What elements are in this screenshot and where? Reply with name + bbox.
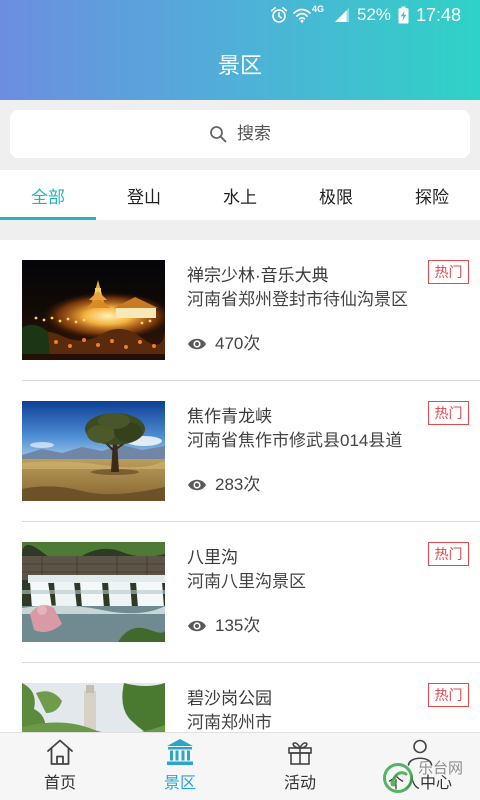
battery-percent: 52% (357, 5, 392, 24)
gift-icon (285, 737, 315, 767)
search-input[interactable]: 搜索 (10, 110, 470, 158)
spot-views: 135次 (187, 614, 260, 638)
tab-explore[interactable]: 探险 (384, 170, 480, 220)
nav-activity[interactable]: 活动 (240, 733, 360, 800)
nav-label: 个人中心 (387, 775, 452, 792)
category-tabs: 全部 登山 水上 极限 探险 (0, 170, 480, 220)
user-icon (405, 737, 435, 767)
spot-address: 河南省焦作市修武县014县道 (187, 431, 403, 450)
nav-home[interactable]: 首页 (0, 733, 120, 800)
search-icon (209, 125, 227, 143)
eye-icon (187, 478, 207, 492)
temple-icon (165, 737, 195, 767)
spot-thumbnail (22, 683, 165, 732)
tab-all[interactable]: 全部 (0, 170, 96, 220)
spot-list-item[interactable]: 焦作青龙峡 河南省焦作市修武县014县道 283次 热门 (0, 381, 480, 522)
eye-icon (187, 619, 207, 633)
network-type-label: 4G (312, 4, 325, 14)
alarm-icon (270, 6, 288, 24)
app-header: 4G 52% 17:48 景区 (0, 0, 480, 100)
nav-scenic[interactable]: 景区 (120, 733, 240, 800)
view-count: 135次 (215, 616, 261, 635)
page-title: 景区 (217, 53, 262, 78)
tab-extreme[interactable]: 极限 (288, 170, 384, 220)
clock-time: 17:48 (416, 5, 462, 25)
search-area: 搜索 (0, 100, 480, 170)
tab-climbing[interactable]: 登山 (96, 170, 192, 220)
spot-views: 283次 (187, 473, 260, 497)
search-placeholder: 搜索 (237, 124, 271, 143)
spot-address: 河南省郑州登封市待仙沟景区 (187, 290, 408, 309)
spot-address: 河南八里沟景区 (187, 572, 306, 591)
spot-views: 470次 (187, 332, 260, 356)
hot-badge: 热门 (428, 260, 469, 284)
scenic-spot-list[interactable]: 禅宗少林·音乐大典 河南省郑州登封市待仙沟景区 470次 热门 焦作青龙峡 河南… (0, 240, 480, 732)
spot-list-item[interactable]: 禅宗少林·音乐大典 河南省郑州登封市待仙沟景区 470次 热门 (0, 240, 480, 381)
spot-list-item[interactable]: 八里沟 河南八里沟景区 135次 热门 (0, 522, 480, 663)
hot-badge: 热门 (428, 683, 469, 707)
status-bar: 4G 52% 17:48 (0, 0, 480, 30)
spot-thumbnail (22, 542, 165, 642)
view-count: 283次 (215, 475, 261, 494)
active-tab-indicator (0, 217, 96, 220)
battery-charging-icon (398, 6, 409, 24)
nav-label: 首页 (43, 775, 76, 792)
wifi-icon (293, 7, 311, 23)
nav-label: 景区 (163, 775, 196, 792)
spot-title: 八里沟 (187, 548, 238, 567)
hot-badge: 热门 (428, 542, 469, 566)
hot-badge: 热门 (428, 401, 469, 425)
tab-water[interactable]: 水上 (192, 170, 288, 220)
spot-title: 焦作青龙峡 (187, 407, 272, 426)
home-icon (45, 737, 75, 767)
spot-title: 禅宗少林·音乐大典 (187, 266, 329, 285)
spot-title: 碧沙岗公园 (187, 689, 272, 708)
nav-profile[interactable]: 个人中心 (360, 733, 480, 800)
spot-address: 河南郑州市 (187, 713, 272, 732)
bottom-navigation: 首页 景区 活动 个人中心 (0, 732, 480, 800)
spot-thumbnail (22, 260, 165, 360)
spot-thumbnail (22, 401, 165, 501)
eye-icon (187, 337, 207, 351)
nav-label: 活动 (283, 775, 316, 792)
view-count: 470次 (215, 334, 261, 353)
signal-icon (334, 7, 350, 23)
spot-list-item[interactable]: 碧沙岗公园 河南郑州市 热门 (0, 663, 480, 732)
